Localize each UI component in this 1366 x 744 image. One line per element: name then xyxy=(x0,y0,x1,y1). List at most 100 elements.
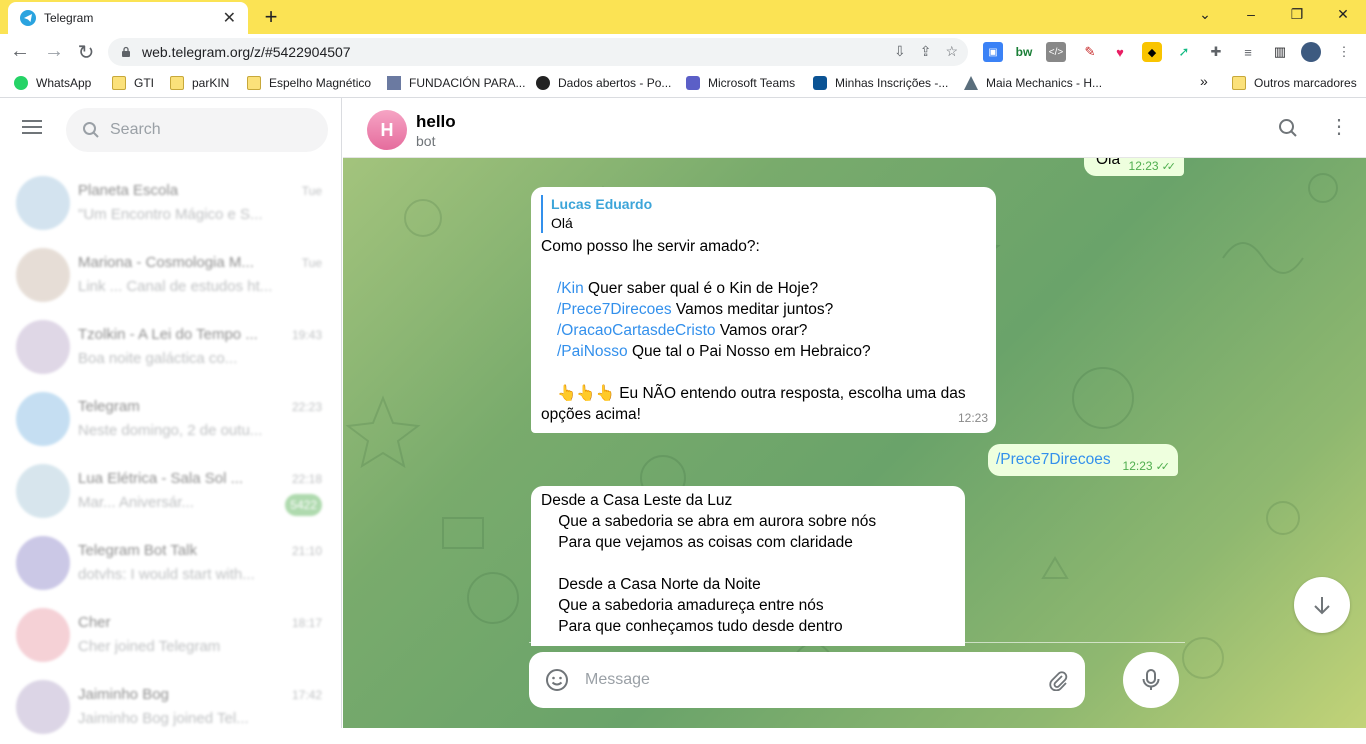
hamburger-menu-icon[interactable] xyxy=(22,120,42,138)
search-input[interactable]: Search xyxy=(66,108,328,152)
chat-time: 19:43 xyxy=(291,328,322,342)
message-incoming-menu[interactable]: Lucas Eduardo Olá Como posso lhe servir … xyxy=(531,187,996,433)
chat-list-item[interactable]: Jaiminho Bog 17:42 Jaiminho Bog joined Tel… xyxy=(0,672,342,744)
chat-time: Tue xyxy=(301,184,322,198)
close-tab-icon[interactable]: ✕ xyxy=(223,8,236,28)
emoji-icon[interactable] xyxy=(545,668,569,692)
folder-icon xyxy=(112,76,126,90)
extension-dropper-icon[interactable]: ✎ xyxy=(1080,42,1100,62)
telegram-app: Search Planeta Escola Tue "Um Encontro Mág… xyxy=(0,98,1366,734)
pointing-up-emoji: 👆👆👆 xyxy=(557,385,615,402)
prayer-line: Que a sabedoria se abra em aurora sobre … xyxy=(541,513,877,530)
voice-record-button[interactable] xyxy=(1123,652,1179,708)
chat-avatar xyxy=(16,680,70,734)
bookmark-label: FUNDACIÓN PARA... xyxy=(409,76,526,90)
message-input[interactable]: Message xyxy=(585,671,1047,689)
bookmark-whatsapp[interactable]: WhatsApp xyxy=(14,76,91,90)
browser-menu-icon[interactable]: ⋮ xyxy=(1334,42,1354,62)
extension-runner-icon[interactable]: ➚ xyxy=(1174,42,1194,62)
chat-avatar xyxy=(16,464,70,518)
browser-tab-telegram[interactable]: Telegram ✕ xyxy=(8,2,248,34)
command-link[interactable]: /Prece7Direcoes xyxy=(557,301,672,318)
profile-avatar[interactable] xyxy=(1301,42,1321,62)
bookmarks-overflow-button[interactable]: » xyxy=(1200,73,1208,89)
bookmark-teams[interactable]: Microsoft Teams xyxy=(686,76,795,90)
reply-author: Lucas Eduardo xyxy=(551,196,653,212)
peer-avatar[interactable]: H xyxy=(367,110,407,150)
forward-button[interactable]: → xyxy=(42,40,66,63)
message-incoming-prayer[interactable]: Desde a Casa Leste da Luz Que a sabedori… xyxy=(531,486,965,646)
message-composer[interactable]: Message xyxy=(529,652,1085,708)
chat-header[interactable]: H hello bot ⋮ xyxy=(343,98,1366,158)
media-control-icon[interactable]: ≡ xyxy=(1238,42,1258,62)
reload-button[interactable]: ↻ xyxy=(74,40,98,65)
browser-tab-bar: Telegram ✕ + ⌄ – ❐ ✕ xyxy=(0,0,1366,34)
bookmark-inscricoes[interactable]: Minhas Inscrições -... xyxy=(813,76,948,90)
reply-quote[interactable]: Lucas Eduardo Olá xyxy=(541,195,986,233)
extensions-puzzle-icon[interactable]: ✚ xyxy=(1206,42,1226,62)
command-line: /OracaoCartasdeCristo Vamos orar? xyxy=(541,320,986,341)
chat-preview: dotvhs: I would start with... xyxy=(78,566,255,583)
prayer-line: Desde a Casa Norte da Noite xyxy=(541,576,761,593)
address-bar[interactable]: web.telegram.org/z/#5422904507 ⇩ ⇪ ☆ xyxy=(108,38,968,66)
bookmark-dados-abertos[interactable]: Dados abertos - Po... xyxy=(536,76,671,90)
bookmark-star-icon[interactable]: ☆ xyxy=(945,43,958,60)
bookmark-outros[interactable]: Outros marcadores xyxy=(1232,76,1357,90)
chat-avatar xyxy=(16,608,70,662)
close-window-button[interactable]: ✕ xyxy=(1333,6,1353,23)
tab-search-chevron-icon[interactable]: ⌄ xyxy=(1195,6,1215,23)
bookmark-label: GTI xyxy=(134,76,154,90)
back-button[interactable]: ← xyxy=(8,40,32,63)
prayer-line: Para que conheçamos tudo desde dentro xyxy=(541,618,843,635)
extension-bw-icon[interactable]: bw xyxy=(1014,42,1034,62)
chat-list-item[interactable]: Tzolkin - A Lei do Tempo ... 19:43 Boa noi… xyxy=(0,312,342,384)
bookmark-label: Espelho Magnético xyxy=(269,76,372,90)
teams-icon xyxy=(686,76,700,90)
chat-preview: Cher joined Telegram xyxy=(78,638,221,655)
search-chat-icon[interactable] xyxy=(1278,118,1298,143)
restore-button[interactable]: ❐ xyxy=(1287,6,1307,23)
more-options-icon[interactable]: ⋮ xyxy=(1329,114,1349,139)
install-app-icon[interactable]: ⇩ xyxy=(894,43,906,60)
minimize-button[interactable]: – xyxy=(1241,6,1261,22)
scroll-down-button[interactable] xyxy=(1294,577,1350,633)
bookmark-parkin[interactable]: parKIN xyxy=(170,76,229,90)
bookmark-label: Dados abertos - Po... xyxy=(558,76,672,90)
bookmark-gti[interactable]: GTI xyxy=(112,76,154,90)
chat-preview: Jaiminho Bog joined Tel... xyxy=(78,710,249,727)
new-tab-button[interactable]: + xyxy=(258,4,284,30)
chat-list-item[interactable]: Mariona - Cosmologia M... Tue Link ... Can… xyxy=(0,240,342,312)
bookmark-maia[interactable]: Maia Mechanics - H... xyxy=(964,76,1102,90)
chat-list-item[interactable]: Cher 18:17 Cher joined Telegram xyxy=(0,600,342,672)
chat-list-item[interactable]: Telegram Bot Talk 21:10 dotvhs: I would st… xyxy=(0,528,342,600)
share-icon[interactable]: ⇪ xyxy=(920,43,932,60)
command-link[interactable]: /PaiNosso xyxy=(557,343,628,360)
extension-1-icon[interactable]: ▣ xyxy=(983,42,1003,62)
chat-time: 17:42 xyxy=(291,688,322,702)
chat-list-item[interactable]: Lua Elétrica - Sala Sol ... 22:18 Mar... A… xyxy=(0,456,342,528)
command-line: /Prece7Direcoes Vamos meditar juntos? xyxy=(541,299,986,320)
chat-preview: Boa noite galáctica co... xyxy=(78,350,238,367)
extension-binance-icon[interactable]: ◆ xyxy=(1142,42,1162,62)
chat-list-item[interactable]: Telegram 22:23 Neste domingo, 2 de outu... xyxy=(0,384,342,456)
chat-list-item[interactable]: Planeta Escola Tue "Um Encontro Mágico e S… xyxy=(0,168,342,240)
browser-toolbar: ← → ↻ web.telegram.org/z/#5422904507 ⇩ ⇪… xyxy=(0,34,1366,70)
command-link[interactable]: /Kin xyxy=(557,280,584,297)
site-icon xyxy=(387,76,401,90)
prayer-line: Que a sabedoria amadureça entre nós xyxy=(541,597,824,614)
command-link[interactable]: /OracaoCartasdeCristo xyxy=(557,322,716,339)
extension-code-icon[interactable]: </> xyxy=(1046,42,1066,62)
time-text: 12:23 xyxy=(1128,159,1159,173)
command-description: Vamos orar? xyxy=(715,322,808,339)
chat-avatar xyxy=(16,176,70,230)
bookmark-espelho[interactable]: Espelho Magnético xyxy=(247,76,371,90)
chat-time: Tue xyxy=(301,256,322,270)
attach-paperclip-icon[interactable] xyxy=(1047,669,1069,691)
bookmark-label: Minhas Inscrições -... xyxy=(835,76,949,90)
extension-heart-icon[interactable]: ♥ xyxy=(1110,42,1130,62)
message-outgoing-command[interactable]: /Prece7Direcoes 12:23 ✓✓ xyxy=(988,444,1178,476)
message-time: 12:23 ✓✓ xyxy=(1128,156,1177,178)
side-panel-icon[interactable]: ▥ xyxy=(1270,42,1290,62)
message-text[interactable]: /Prece7Direcoes xyxy=(996,449,1111,470)
bookmark-fundacion[interactable]: FUNDACIÓN PARA... xyxy=(387,76,525,90)
